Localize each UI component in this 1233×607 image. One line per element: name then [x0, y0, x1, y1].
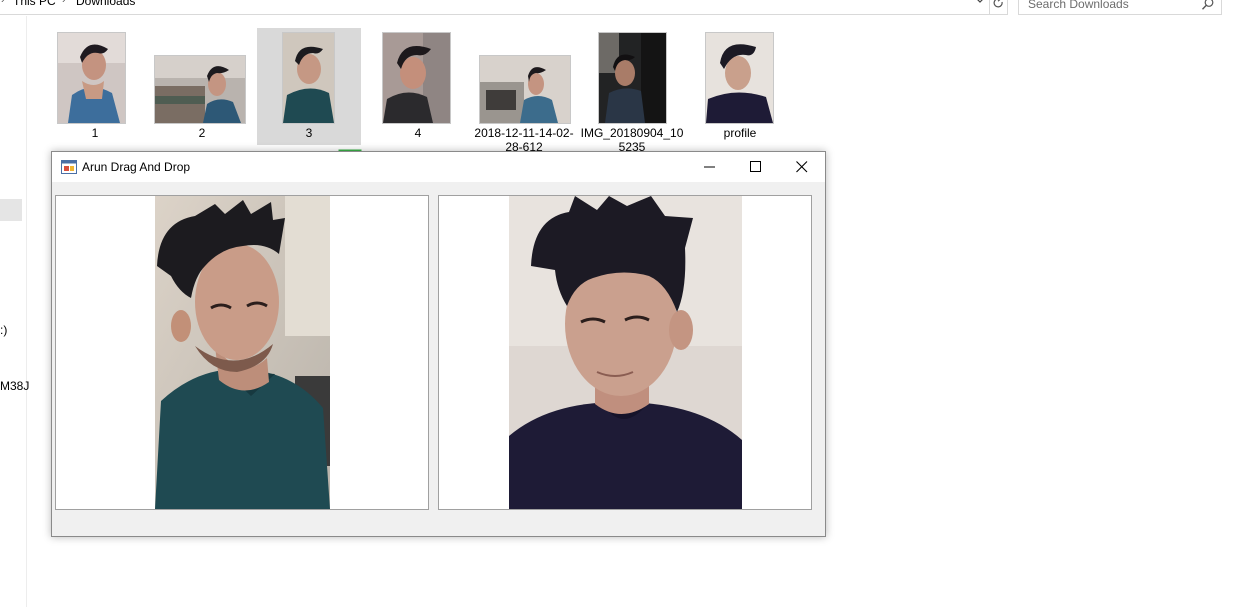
window-title: Arun Drag And Drop: [82, 160, 191, 174]
navigation-pane: :) M38J: [0, 16, 29, 607]
nav-item-device[interactable]: M38J: [0, 379, 29, 393]
file-item-5[interactable]: 2018-12-11-14-02-28-612: [472, 28, 576, 154]
file-item-3[interactable]: 3: [257, 28, 361, 145]
file-name: profile: [723, 126, 757, 140]
file-thumbnail: [598, 32, 667, 124]
refresh-icon: [993, 0, 1003, 8]
file-item-4[interactable]: 4: [366, 28, 470, 143]
address-bar: › This PC › Downloads Search Downloads: [0, 0, 1233, 16]
nav-selected-item[interactable]: [0, 199, 22, 221]
file-item-7[interactable]: profile: [688, 28, 792, 143]
breadcrumb-downloads[interactable]: Downloads: [76, 0, 135, 8]
file-name: IMG_20180904_105235: [580, 126, 684, 154]
minimize-icon: [704, 166, 715, 168]
breadcrumb-this-pc[interactable]: This PC: [13, 0, 56, 8]
dropped-image-right: [509, 196, 742, 509]
maximize-icon: [750, 161, 761, 172]
picture-box-left[interactable]: [55, 195, 429, 510]
search-icon[interactable]: [1201, 0, 1215, 11]
file-item-1[interactable]: 1: [43, 28, 147, 143]
file-name: 4: [414, 126, 422, 140]
search-input[interactable]: Search Downloads: [1018, 0, 1222, 15]
address-box[interactable]: › This PC › Downloads: [0, 0, 990, 15]
window-titlebar[interactable]: Arun Drag And Drop: [52, 152, 825, 182]
file-thumbnail: [479, 55, 571, 124]
refresh-button[interactable]: [989, 0, 1008, 15]
file-thumbnail: [382, 32, 451, 124]
nav-item-drive[interactable]: :): [0, 323, 7, 337]
address-dropdown-icon[interactable]: [973, 0, 987, 8]
file-thumbnail: [154, 55, 246, 124]
close-button[interactable]: [779, 152, 825, 182]
minimize-button[interactable]: [687, 152, 733, 182]
dropped-image-left: [155, 196, 330, 509]
file-item-2[interactable]: 2: [150, 28, 254, 143]
winforms-app-icon: [61, 160, 77, 174]
breadcrumb-separator-icon: ›: [1, 0, 5, 6]
breadcrumb-separator-icon: ›: [62, 0, 66, 6]
close-icon: [796, 161, 808, 173]
file-item-6[interactable]: IMG_20180904_105235: [580, 28, 684, 154]
app-window: Arun Drag And Drop: [51, 151, 826, 537]
file-thumbnail: [282, 32, 335, 124]
picture-box-right[interactable]: [438, 195, 812, 510]
file-name: 3: [305, 126, 313, 140]
file-name: 2018-12-11-14-02-28-612: [474, 126, 574, 154]
maximize-button[interactable]: [733, 152, 779, 182]
search-placeholder: Search Downloads: [1028, 0, 1129, 11]
file-name: 2: [198, 126, 206, 140]
file-name: 1: [91, 126, 99, 140]
file-thumbnail: [57, 32, 126, 124]
file-thumbnail: [705, 32, 774, 124]
